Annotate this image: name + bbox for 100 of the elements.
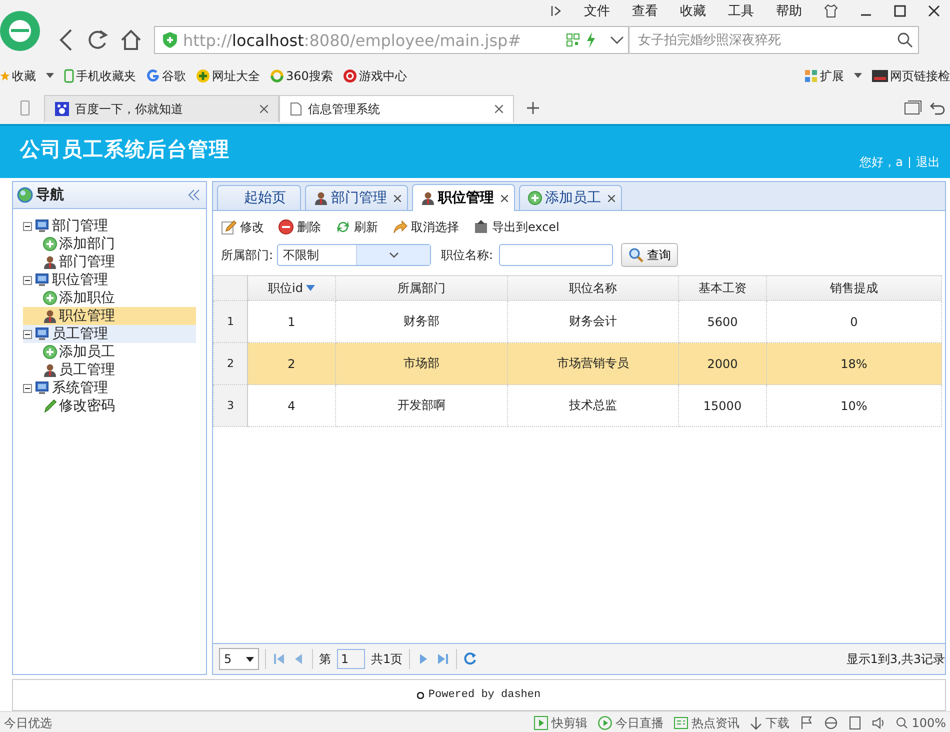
link-check-icon[interactable] <box>872 70 888 82</box>
volume-icon[interactable] <box>872 716 886 730</box>
status-item[interactable]: 今日直播 <box>598 714 664 732</box>
column-header[interactable]: 销售提成 <box>830 280 878 296</box>
qr-code-icon[interactable] <box>566 33 580 47</box>
filter-label: 所属部门: <box>221 246 274 264</box>
collapse-toggle-icon[interactable] <box>23 222 32 230</box>
tree-item[interactable]: 员工管理 <box>23 325 196 343</box>
game-icon[interactable] <box>342 69 357 83</box>
department-select[interactable]: 不限制 <box>277 244 432 266</box>
search-icon[interactable] <box>897 32 913 48</box>
news-icon[interactable] <box>674 716 688 730</box>
restore-tab-icon[interactable] <box>930 100 946 116</box>
tree-item[interactable]: 员工管理 <box>23 361 196 379</box>
flag-icon[interactable] <box>800 716 814 730</box>
reload-icon[interactable] <box>86 29 108 51</box>
tree-item[interactable]: 修改密码 <box>23 397 196 415</box>
user-icon <box>43 255 57 269</box>
collapse-toggle-icon[interactable] <box>23 384 32 392</box>
table-cell: 市场部 <box>336 342 508 384</box>
page-tab[interactable]: 职位管理 <box>412 184 515 211</box>
clip-icon[interactable] <box>534 716 548 730</box>
toolbar-button[interactable]: 导出到excel <box>473 218 560 236</box>
column-header[interactable]: 职位名称 <box>569 280 617 296</box>
tree-item[interactable]: 职位管理 <box>23 271 196 289</box>
page-number-field[interactable]: 1 <box>337 649 365 669</box>
tree-item[interactable]: 部门管理 <box>23 253 196 271</box>
close-icon[interactable] <box>608 194 615 202</box>
back-icon[interactable] <box>58 29 74 51</box>
plus-icon[interactable] <box>196 69 210 83</box>
bookmark-item[interactable]: 网址大全 <box>196 68 260 84</box>
google-icon[interactable] <box>146 69 160 83</box>
dropdown-caret-icon[interactable] <box>610 35 624 45</box>
menu-item[interactable]: 查看 <box>632 2 658 20</box>
window-icon[interactable] <box>848 716 862 730</box>
sort-arrow-icon[interactable] <box>306 285 315 291</box>
tree-item[interactable]: 添加部门 <box>23 235 196 253</box>
zoom-control[interactable]: 100% <box>896 716 946 730</box>
search-field[interactable]: 女子拍完婚纱照深夜猝死 <box>629 26 919 54</box>
refresh-icon[interactable] <box>462 652 477 666</box>
position-name-field[interactable] <box>499 244 614 266</box>
page-tab[interactable]: 添加员工 <box>519 185 622 210</box>
browser-tab[interactable]: 信息管理系统 <box>279 95 514 122</box>
status-item[interactable]: 热点资讯 <box>674 714 740 732</box>
column-header[interactable]: 所属部门 <box>398 280 446 296</box>
bookmark-item[interactable]: 收藏 <box>0 68 36 84</box>
lightning-icon[interactable] <box>586 32 596 48</box>
bookmark-item[interactable]: 谷歌 <box>146 68 186 84</box>
collapse-toggle-icon[interactable] <box>23 276 32 284</box>
toolbar-button[interactable]: 修改 <box>221 218 264 236</box>
maximize-icon[interactable] <box>894 5 906 17</box>
browser-tab[interactable]: 百度一下，你就知道 <box>44 95 279 122</box>
ring-icon[interactable] <box>270 69 284 83</box>
bookmark-item[interactable]: 360搜索 <box>270 68 333 84</box>
status-item[interactable]: 下载 <box>750 714 790 732</box>
bookmark-item[interactable]: 网页链接检 <box>872 68 950 84</box>
status-item[interactable]: 快剪辑 <box>534 714 588 732</box>
menu-item[interactable]: 文件 <box>584 2 610 20</box>
toolbar-button[interactable]: 刷新 <box>335 218 378 236</box>
home-icon[interactable] <box>120 29 142 51</box>
phone-icon[interactable] <box>20 100 30 116</box>
menu-item[interactable]: 帮助 <box>776 2 802 20</box>
bookmark-item[interactable]: 游戏中心 <box>342 68 407 84</box>
download-icon[interactable] <box>750 716 762 730</box>
tree-item[interactable]: 职位管理 <box>23 307 196 325</box>
menu-item[interactable]: 工具 <box>728 2 754 20</box>
bookmark-star-icon[interactable] <box>0 70 10 82</box>
page-size-select[interactable]: 5 <box>219 648 259 670</box>
table-cell: 10% <box>766 384 942 426</box>
close-icon[interactable] <box>394 194 401 202</box>
caret-icon[interactable] <box>388 252 399 258</box>
query-button[interactable]: 查询 <box>621 243 678 267</box>
tab-list-icon[interactable] <box>904 100 922 116</box>
close-icon[interactable] <box>495 105 503 113</box>
caret-icon <box>246 656 254 662</box>
caret-icon[interactable] <box>46 73 54 79</box>
collapse-toggle-icon[interactable] <box>23 330 32 338</box>
close-icon[interactable] <box>501 194 508 202</box>
toolbar-button[interactable]: 取消选择 <box>392 218 459 236</box>
new-tab-icon[interactable] <box>526 101 540 115</box>
bookmark-item[interactable]: 手机收藏夹 <box>64 68 136 84</box>
sidebar-toggle-icon[interactable] <box>550 5 562 17</box>
extension-icon[interactable] <box>804 69 818 83</box>
address-field[interactable]: http://localhost:8080/employee/main.jsp# <box>154 26 629 54</box>
skin-icon[interactable] <box>824 4 838 18</box>
toolbar-button[interactable]: 删除 <box>278 218 321 236</box>
caret-icon[interactable] <box>854 73 862 79</box>
close-icon[interactable] <box>928 5 940 17</box>
play-icon[interactable] <box>598 716 612 730</box>
bookmark-item[interactable]: 扩展 <box>804 68 844 84</box>
page-tab[interactable]: 起始页 <box>217 185 301 210</box>
tree-item[interactable]: 添加职位 <box>23 289 196 307</box>
menu-item[interactable]: 收藏 <box>680 2 706 20</box>
collapse-icon[interactable] <box>188 189 200 201</box>
table-cell: 2000 <box>678 342 766 384</box>
phone-icon[interactable] <box>64 69 74 83</box>
tree-item[interactable]: 部门管理 <box>23 217 196 235</box>
page-tab[interactable]: 部门管理 <box>305 185 408 210</box>
tree-item[interactable]: 系统管理 <box>23 379 196 397</box>
tree-item[interactable]: 添加员工 <box>23 343 196 361</box>
